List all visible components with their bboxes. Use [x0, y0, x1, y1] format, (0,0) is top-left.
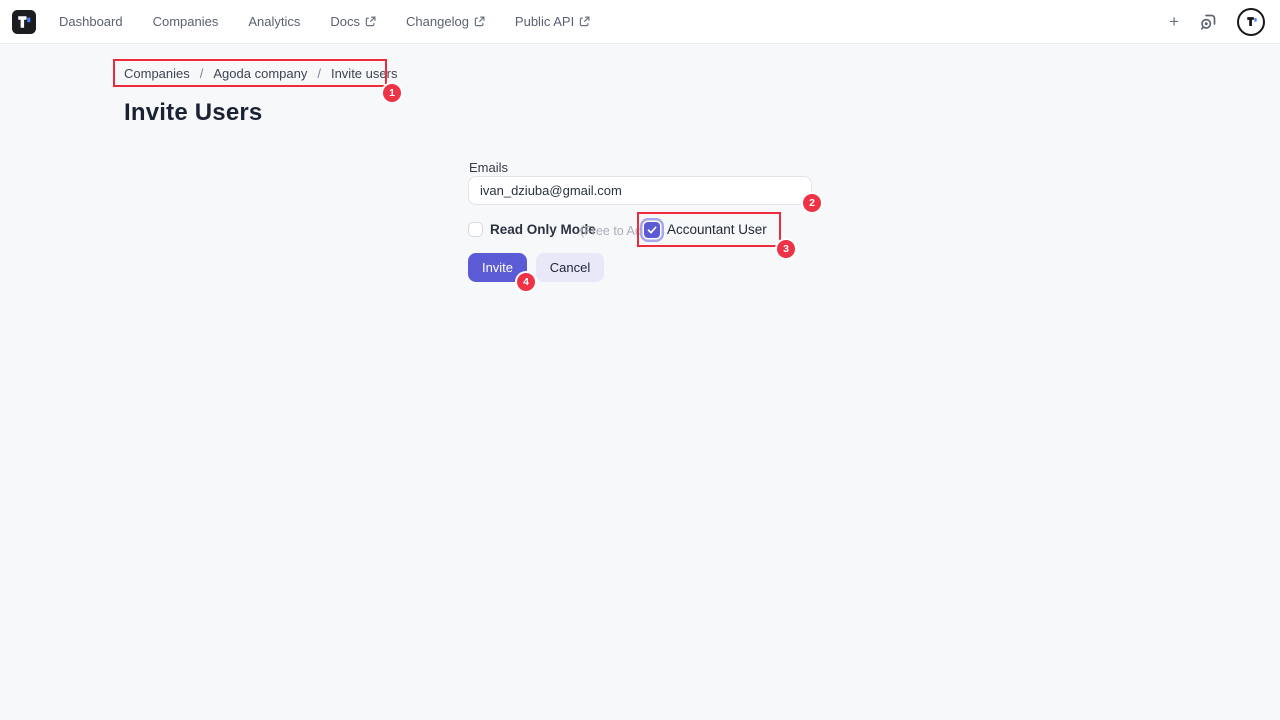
external-link-icon	[579, 16, 590, 27]
breadcrumb-invite-users[interactable]: Invite users	[331, 66, 397, 81]
nav-item-companies[interactable]: Companies	[153, 14, 219, 29]
breadcrumb-separator: /	[200, 66, 204, 81]
cancel-button[interactable]: Cancel	[536, 253, 604, 282]
page-title: Invite Users	[124, 99, 262, 127]
nav-menu: Dashboard Companies Analytics Docs Chang…	[59, 14, 590, 29]
app-logo-icon	[12, 10, 36, 34]
external-link-icon	[365, 16, 376, 27]
nav-item-analytics[interactable]: Analytics	[248, 14, 300, 29]
breadcrumb: Companies / Agoda company / Invite users	[124, 66, 397, 81]
accountant-user-label[interactable]: Accountant User	[667, 222, 767, 238]
navbar-actions: +	[1169, 8, 1280, 36]
external-link-icon	[474, 16, 485, 27]
checkmark-icon	[647, 225, 657, 235]
breadcrumb-companies[interactable]: Companies	[124, 66, 190, 81]
nav-item-public-api[interactable]: Public API	[515, 14, 590, 29]
annotation-badge-3: 3	[777, 240, 795, 258]
app-logo[interactable]	[12, 10, 36, 34]
nav-item-dashboard[interactable]: Dashboard	[59, 14, 123, 29]
nav-item-changelog[interactable]: Changelog	[406, 14, 485, 29]
checkbox-row: Read Only Mode (Free to Add) Accountant …	[468, 222, 812, 238]
avatar[interactable]	[1237, 8, 1265, 36]
annotation-badge-1: 1	[383, 84, 401, 102]
emails-input[interactable]	[468, 176, 812, 205]
accountant-user-checkbox[interactable]	[644, 222, 660, 238]
avatar-logo-icon	[1244, 14, 1259, 29]
top-navbar: Dashboard Companies Analytics Docs Chang…	[0, 0, 1280, 44]
breadcrumb-separator: /	[317, 66, 321, 81]
search-icon-glyph	[1198, 12, 1218, 32]
emails-label: Emails	[469, 160, 508, 175]
read-only-mode-hint: (Free to Add)	[580, 223, 653, 239]
breadcrumb-agoda-company[interactable]: Agoda company	[213, 66, 307, 81]
invite-button[interactable]: Invite	[468, 253, 527, 282]
nav-item-docs[interactable]: Docs	[330, 14, 376, 29]
add-button[interactable]: +	[1169, 13, 1179, 30]
read-only-mode-checkbox[interactable]	[468, 222, 483, 237]
search-icon[interactable]	[1198, 12, 1218, 32]
